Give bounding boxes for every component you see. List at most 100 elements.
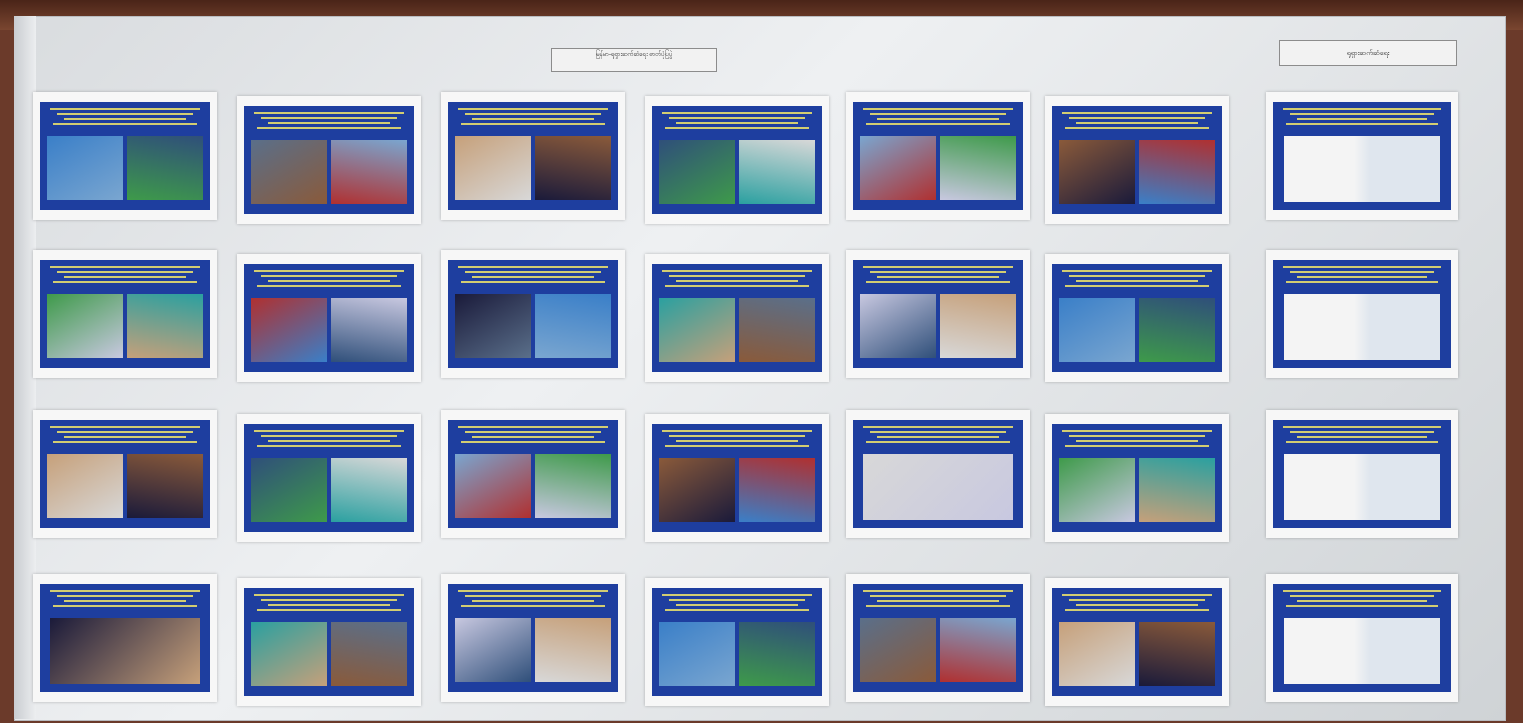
panel-photo <box>1138 140 1216 204</box>
photo-card <box>846 250 1030 378</box>
photo-card <box>645 578 829 706</box>
panel-photo <box>250 140 328 204</box>
panel-photo <box>738 458 816 522</box>
panel-photo <box>939 618 1017 682</box>
blue-panel <box>652 106 822 214</box>
panel-photo <box>1138 458 1216 522</box>
panel-photo <box>50 618 200 684</box>
photo-card <box>441 574 625 702</box>
blue-panel <box>244 106 414 214</box>
photo-card <box>237 254 421 382</box>
panel-photo <box>46 294 124 358</box>
panel-photo <box>738 622 816 686</box>
panel-photo <box>250 298 328 362</box>
photo-card <box>1266 410 1458 538</box>
panel-photo <box>859 136 937 200</box>
blue-panel <box>448 260 618 368</box>
panel-caption-lines <box>857 587 1019 615</box>
blue-panel <box>40 260 210 368</box>
panel-photo <box>738 140 816 204</box>
panel-caption-lines <box>1277 105 1447 133</box>
panel-photo <box>250 622 328 686</box>
panel-caption-lines <box>656 109 818 137</box>
blue-panel <box>1052 424 1222 532</box>
blue-panel <box>853 420 1023 528</box>
blue-panel <box>40 420 210 528</box>
panel-photo <box>1138 622 1216 686</box>
blue-panel <box>40 102 210 210</box>
panel-photo <box>859 618 937 682</box>
photo-card <box>33 92 217 220</box>
panel-caption-lines <box>656 267 818 295</box>
panel-photo <box>46 454 124 518</box>
photo-card <box>441 410 625 538</box>
panel-photo <box>658 458 736 522</box>
panel-caption-lines <box>248 427 410 455</box>
panel-photo <box>658 622 736 686</box>
blue-panel <box>1273 102 1451 210</box>
panel-photo <box>1138 298 1216 362</box>
photo-card <box>846 92 1030 220</box>
blue-panel <box>1273 420 1451 528</box>
blue-panel <box>1273 584 1451 692</box>
panel-caption-lines <box>1056 591 1218 619</box>
panel-caption-lines <box>1056 267 1218 295</box>
panel-photo <box>534 618 612 682</box>
panel-caption-lines <box>44 263 206 291</box>
panel-photo <box>1058 298 1136 362</box>
panel-photo <box>1058 458 1136 522</box>
photo-card <box>1045 254 1229 382</box>
panel-photo <box>454 618 532 682</box>
panel-photo <box>738 298 816 362</box>
panel-photo <box>1283 454 1441 520</box>
photo-card <box>33 410 217 538</box>
panel-photo <box>658 140 736 204</box>
panel-caption-lines <box>248 109 410 137</box>
panel-photo <box>1058 622 1136 686</box>
panel-photo <box>939 294 1017 358</box>
panel-caption-lines <box>656 591 818 619</box>
panel-caption-lines <box>44 105 206 133</box>
blue-panel <box>448 102 618 210</box>
photo-card <box>1045 96 1229 224</box>
panel-caption-lines <box>44 423 206 451</box>
blue-panel <box>652 264 822 372</box>
panel-photo <box>126 454 204 518</box>
board-header-label: မြန်မာ-ရုရှားဆက်ဆံရေး ဓာတ်ပုံပြပွဲ <box>551 48 717 72</box>
panel-photo <box>330 298 408 362</box>
panel-photo <box>1283 136 1441 202</box>
panel-photo <box>46 136 124 200</box>
blue-panel <box>1273 260 1451 368</box>
panel-caption-lines <box>1277 587 1447 615</box>
blue-panel <box>1052 264 1222 372</box>
panel-caption-lines <box>1277 263 1447 291</box>
panel-photo <box>534 454 612 518</box>
panel-caption-lines <box>1056 427 1218 455</box>
panel-photo <box>1058 140 1136 204</box>
blue-panel <box>1052 106 1222 214</box>
photo-card <box>441 250 625 378</box>
panel-caption-lines <box>452 263 614 291</box>
panel-photo <box>534 294 612 358</box>
panel-photo <box>126 136 204 200</box>
panel-caption-lines <box>44 587 206 615</box>
panel-caption-lines <box>857 423 1019 451</box>
panel-caption-lines <box>1056 109 1218 137</box>
blue-panel <box>244 424 414 532</box>
panel-photo <box>454 136 532 200</box>
blue-panel <box>853 584 1023 692</box>
panel-caption-lines <box>452 423 614 451</box>
panel-caption-lines <box>1277 423 1447 451</box>
panel-caption-lines <box>452 105 614 133</box>
blue-panel <box>244 264 414 372</box>
blue-panel <box>40 584 210 692</box>
photo-card <box>645 254 829 382</box>
panel-photo <box>330 140 408 204</box>
panel-photo <box>939 136 1017 200</box>
photo-card <box>441 92 625 220</box>
photo-card <box>846 410 1030 538</box>
panel-photo <box>330 622 408 686</box>
panel-photo <box>863 454 1013 520</box>
photo-card <box>846 574 1030 702</box>
panel-photo <box>454 294 532 358</box>
